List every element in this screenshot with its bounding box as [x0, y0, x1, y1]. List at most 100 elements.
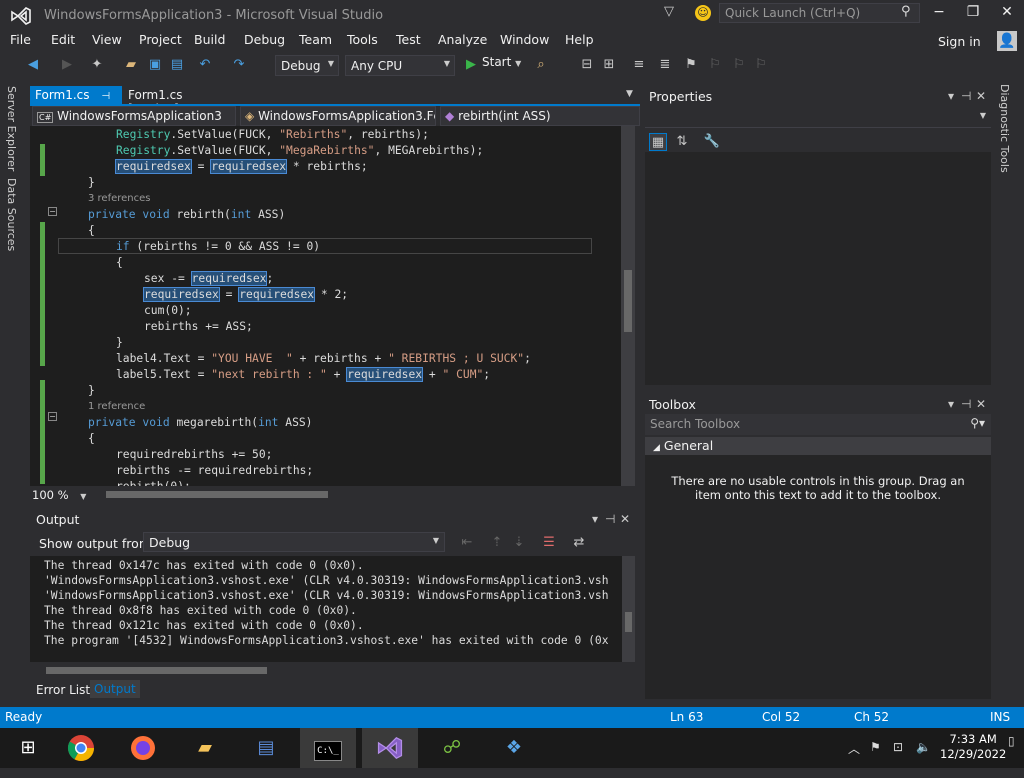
notifications-icon[interactable]: ▯ [1008, 734, 1015, 748]
menu-analyze[interactable]: Analyze [438, 32, 487, 47]
virtualbox-taskbar-icon[interactable]: ❖ [486, 728, 542, 768]
quick-launch-input[interactable]: Quick Launch (Ctrl+Q) [719, 3, 920, 23]
menu-build[interactable]: Build [194, 32, 225, 47]
toolbox-search-input[interactable]: Search Toolbox ⚲▾ [645, 414, 991, 435]
menu-edit[interactable]: Edit [51, 32, 75, 47]
collapse-toggle-icon[interactable]: − [48, 207, 57, 216]
feedback-smile-icon[interactable]: ☺ [695, 5, 711, 21]
editor-horizontal-scroll-thumb[interactable] [106, 491, 328, 498]
menu-tools[interactable]: Tools [347, 32, 378, 47]
panel-options-icon[interactable]: ▾ [948, 89, 954, 103]
categorized-icon[interactable]: ▦ [649, 133, 667, 151]
collapse-toggle-icon[interactable]: − [48, 412, 57, 421]
pin-icon[interactable]: ⊣ [961, 89, 971, 103]
menu-view[interactable]: View [92, 32, 122, 47]
member-dropdown[interactable]: ◆ rebirth(int ASS) [440, 106, 640, 126]
tab-output[interactable]: Output [90, 680, 140, 698]
word-wrap-icon[interactable]: ⇄ [570, 534, 588, 552]
server-explorer-tab[interactable]: Server Explorer [5, 86, 18, 171]
network-icon[interactable]: ⊡ [893, 740, 903, 754]
tab-form1-cs[interactable]: Form1.cs ⊣ ✕ [30, 86, 122, 116]
clear-all-icon[interactable]: ☰ [540, 534, 558, 552]
menu-help[interactable]: Help [565, 32, 594, 47]
menu-window[interactable]: Window [500, 32, 549, 47]
notification-filter-icon[interactable]: ▽ [664, 4, 678, 20]
output-vertical-scrollbar[interactable] [622, 556, 635, 662]
panel-options-icon[interactable]: ▾ [948, 397, 954, 411]
menu-file[interactable]: File [10, 32, 31, 47]
find-in-files-icon[interactable]: ⌕ [532, 56, 550, 74]
close-panel-icon[interactable]: ✕ [976, 89, 986, 103]
toolbox-group-header[interactable]: ◢ General [645, 437, 991, 455]
restore-button[interactable]: ❐ [958, 4, 988, 24]
save-all-icon[interactable]: ▤ [168, 56, 186, 74]
search-icon[interactable]: ⚲▾ [970, 416, 985, 430]
navigate-back-icon[interactable]: ◀ [24, 56, 42, 74]
panel-options-icon[interactable]: ▾ [592, 512, 598, 526]
firefox-taskbar-icon[interactable] [115, 728, 171, 768]
visual-studio-taskbar-icon[interactable] [362, 728, 418, 768]
network-people-taskbar-icon[interactable]: ☍ [424, 728, 480, 768]
command-prompt-taskbar-icon[interactable]: C:\_ [300, 728, 356, 768]
remote-desktop-taskbar-icon[interactable]: ▤ [238, 728, 294, 768]
previous-message-icon[interactable]: ⇡ [488, 534, 506, 552]
save-icon[interactable]: ▣ [146, 56, 164, 74]
user-account-icon[interactable]: 👤 [997, 31, 1017, 51]
redo-icon[interactable]: ↷ [230, 56, 248, 74]
project-dropdown[interactable]: C# WindowsFormsApplication3 [32, 106, 236, 126]
menu-test[interactable]: Test [396, 32, 421, 47]
data-sources-tab[interactable]: Data Sources [5, 178, 18, 251]
prev-bookmark-icon[interactable]: ⚐ [706, 56, 724, 74]
open-file-icon[interactable]: ▰ [122, 56, 140, 74]
pin-icon[interactable]: ⊣ [101, 91, 110, 102]
properties-window-icon[interactable]: ⊞ [600, 56, 618, 74]
configuration-dropdown[interactable]: Debug ▼ [275, 55, 339, 76]
pin-icon[interactable]: ⊣ [961, 397, 971, 411]
menu-project[interactable]: Project [139, 32, 182, 47]
output-horizontal-scroll-thumb[interactable] [46, 667, 267, 674]
pin-icon[interactable]: ⊣ [605, 512, 615, 526]
taskbar-clock[interactable]: 7:33 AM 12/29/2022 [940, 732, 1006, 762]
minimize-button[interactable]: − [924, 4, 954, 24]
platform-dropdown[interactable]: Any CPU ▼ [345, 55, 455, 76]
tab-error-list[interactable]: Error List [36, 683, 90, 697]
new-project-icon[interactable]: ✦ [88, 56, 106, 74]
undo-icon[interactable]: ↶ [196, 56, 214, 74]
editor-vertical-scroll-thumb[interactable] [624, 270, 632, 332]
flag-icon[interactable]: ⚑ [870, 740, 881, 754]
find-message-icon[interactable]: ⇤ [458, 534, 476, 552]
class-dropdown[interactable]: ◈ WindowsFormsApplication3.Fc [240, 106, 436, 126]
tab-list-dropdown-icon[interactable]: ▼ [626, 89, 633, 99]
navigate-forward-icon[interactable]: ▶ [58, 56, 76, 74]
property-pages-icon[interactable]: 🔧 [703, 133, 721, 151]
show-hidden-icons-icon[interactable]: ︿ [848, 740, 860, 757]
diagnostic-tools-tab[interactable]: Diagnostic Tools [998, 84, 1011, 173]
menu-team[interactable]: Team [299, 32, 332, 47]
solution-explorer-icon[interactable]: ⊟ [578, 56, 596, 74]
start-debugging-button[interactable]: Start ▼ [464, 55, 521, 69]
code-editor[interactable]: Registry.SetValue(FUCK, "Rebirths", rebi… [30, 126, 622, 486]
next-message-icon[interactable]: ⇣ [510, 534, 528, 552]
comment-lines-icon[interactable]: ≡ [630, 56, 648, 74]
search-icon[interactable]: ⚲ [901, 4, 911, 19]
windows-start-icon[interactable]: ⊞ [0, 728, 56, 768]
menu-debug[interactable]: Debug [244, 32, 285, 47]
code-lens-references[interactable]: 1 reference [88, 399, 145, 415]
tab-form1-design[interactable]: Form1.cs [Design] [122, 86, 232, 116]
output-text-area[interactable]: The thread 0x147c has exited with code 0… [30, 556, 623, 662]
properties-object-dropdown[interactable]: ▼ [645, 108, 991, 128]
bookmark-icon[interactable]: ⚑ [682, 56, 700, 74]
file-explorer-taskbar-icon[interactable]: ▰ [177, 728, 233, 768]
sign-in-link[interactable]: Sign in [938, 34, 981, 49]
output-source-dropdown[interactable]: Debug ▼ [143, 532, 445, 552]
zoom-dropdown[interactable]: 100 % ▼ [32, 488, 86, 502]
volume-icon[interactable]: 🔈 [916, 740, 931, 754]
output-vertical-scroll-thumb[interactable] [625, 612, 632, 632]
uncomment-lines-icon[interactable]: ≣ [656, 56, 674, 74]
chrome-taskbar-icon[interactable] [53, 728, 109, 768]
next-bookmark-icon[interactable]: ⚐ [730, 56, 748, 74]
close-window-button[interactable]: ✕ [992, 4, 1022, 24]
close-panel-icon[interactable]: ✕ [976, 397, 986, 411]
alphabetical-icon[interactable]: ⇅ [673, 133, 691, 151]
clear-bookmarks-icon[interactable]: ⚐ [752, 56, 770, 74]
